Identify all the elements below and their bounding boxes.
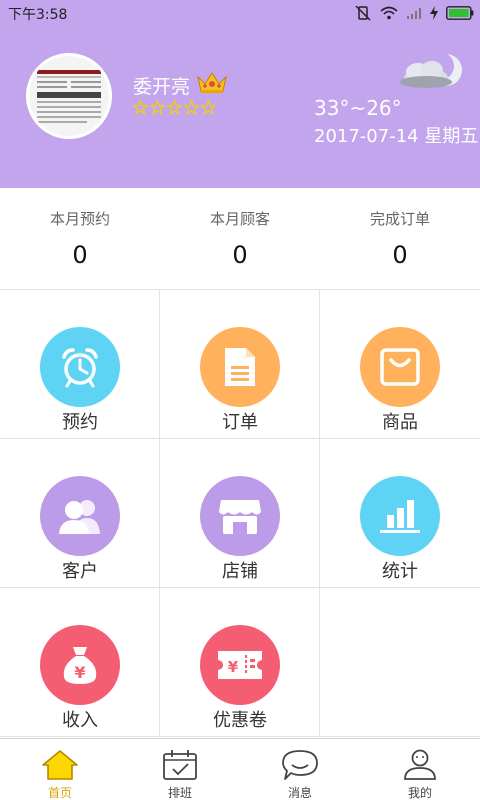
stat-appointments[interactable]: 本月预约 0 (0, 188, 160, 288)
document-icon (200, 327, 280, 407)
bottom-tab-bar: 首页 排班 消息 我的 (0, 738, 480, 800)
calendar-icon (163, 750, 197, 780)
menu-label: 优惠卷 (213, 710, 267, 731)
star-icon (150, 100, 165, 115)
feature-grid: 预约 订单 商品 客户 店铺 统计 ¥ 收入 ¥ 优惠卷 (0, 289, 480, 737)
monthly-stats: 本月预约 0 本月顾客 0 完成订单 0 (0, 188, 480, 288)
stat-customers[interactable]: 本月顾客 0 (160, 188, 320, 288)
bar-chart-icon (360, 476, 440, 556)
status-icons (354, 4, 474, 22)
avatar[interactable] (26, 53, 112, 139)
menu-label: 客户 (62, 561, 98, 582)
tab-messages[interactable]: 消息 (240, 739, 360, 800)
app-screen: 下午3:58 委开亮 33°~26° 2017-07-14 星期五 本月预约 0… (0, 0, 480, 800)
coupon-icon: ¥ (200, 625, 280, 705)
menu-label: 收入 (62, 710, 98, 731)
star-icon (133, 100, 148, 115)
money-bag-icon: ¥ (40, 625, 120, 705)
store-icon (200, 476, 280, 556)
charging-icon (430, 6, 438, 20)
battery-icon (446, 6, 474, 20)
tab-label: 首页 (47, 786, 72, 800)
message-icon (282, 750, 318, 780)
menu-item-income[interactable]: ¥ 收入 (0, 588, 160, 737)
stat-label: 本月预约 (49, 210, 110, 228)
menu-empty-cell (320, 588, 480, 737)
stat-value: 0 (392, 241, 408, 269)
date: 2017-07-14 星期五 (314, 126, 479, 147)
user-name: 委开亮 (133, 76, 191, 98)
menu-label: 统计 (382, 561, 418, 582)
menu-item-orders[interactable]: 订单 (160, 290, 320, 439)
temperature: 33°~26° (314, 96, 402, 120)
menu-item-statistics[interactable]: 统计 (320, 439, 480, 588)
status-time: 下午3:58 (8, 7, 68, 23)
menu-item-customers[interactable]: 客户 (0, 439, 160, 588)
menu-item-coupons[interactable]: ¥ 优惠卷 (160, 588, 320, 737)
stat-value: 0 (72, 241, 88, 269)
signal-icon (407, 8, 421, 19)
avatar-image (29, 56, 109, 136)
alarm-clock-icon (40, 327, 120, 407)
menu-item-store[interactable]: 店铺 (160, 439, 320, 588)
menu-label: 店铺 (222, 561, 258, 582)
shopping-bag-icon (360, 327, 440, 407)
moon-cloud-icon (400, 52, 462, 88)
tab-home[interactable]: 首页 (0, 739, 120, 800)
home-icon (42, 750, 78, 780)
wifi-icon (380, 6, 398, 20)
tab-label: 我的 (407, 786, 432, 800)
menu-label: 订单 (222, 412, 258, 433)
crown-icon (197, 72, 227, 93)
tab-profile[interactable]: 我的 (360, 739, 480, 800)
status-bar: 下午3:58 (0, 0, 480, 26)
menu-label: 商品 (382, 412, 418, 433)
svg-text:¥: ¥ (228, 658, 239, 676)
star-rating (133, 100, 216, 115)
user-icon (404, 749, 436, 780)
star-icon (167, 100, 182, 115)
menu-item-appointment[interactable]: 预约 (0, 290, 160, 439)
stat-label: 完成订单 (369, 210, 430, 228)
stat-completed-orders[interactable]: 完成订单 0 (320, 188, 480, 288)
profile-header: 下午3:58 委开亮 33°~26° 2017-07-14 星期五 (0, 0, 480, 188)
tab-schedule[interactable]: 排班 (120, 739, 240, 800)
tab-label: 消息 (287, 786, 312, 800)
vibrate-off-icon (355, 5, 371, 21)
star-icon (201, 100, 216, 115)
star-icon (184, 100, 199, 115)
menu-item-products[interactable]: 商品 (320, 290, 480, 439)
tab-label: 排班 (167, 786, 192, 800)
users-icon (40, 476, 120, 556)
svg-text:¥: ¥ (74, 663, 85, 682)
stat-label: 本月顾客 (209, 210, 270, 228)
menu-label: 预约 (62, 412, 98, 433)
stat-value: 0 (232, 241, 248, 269)
